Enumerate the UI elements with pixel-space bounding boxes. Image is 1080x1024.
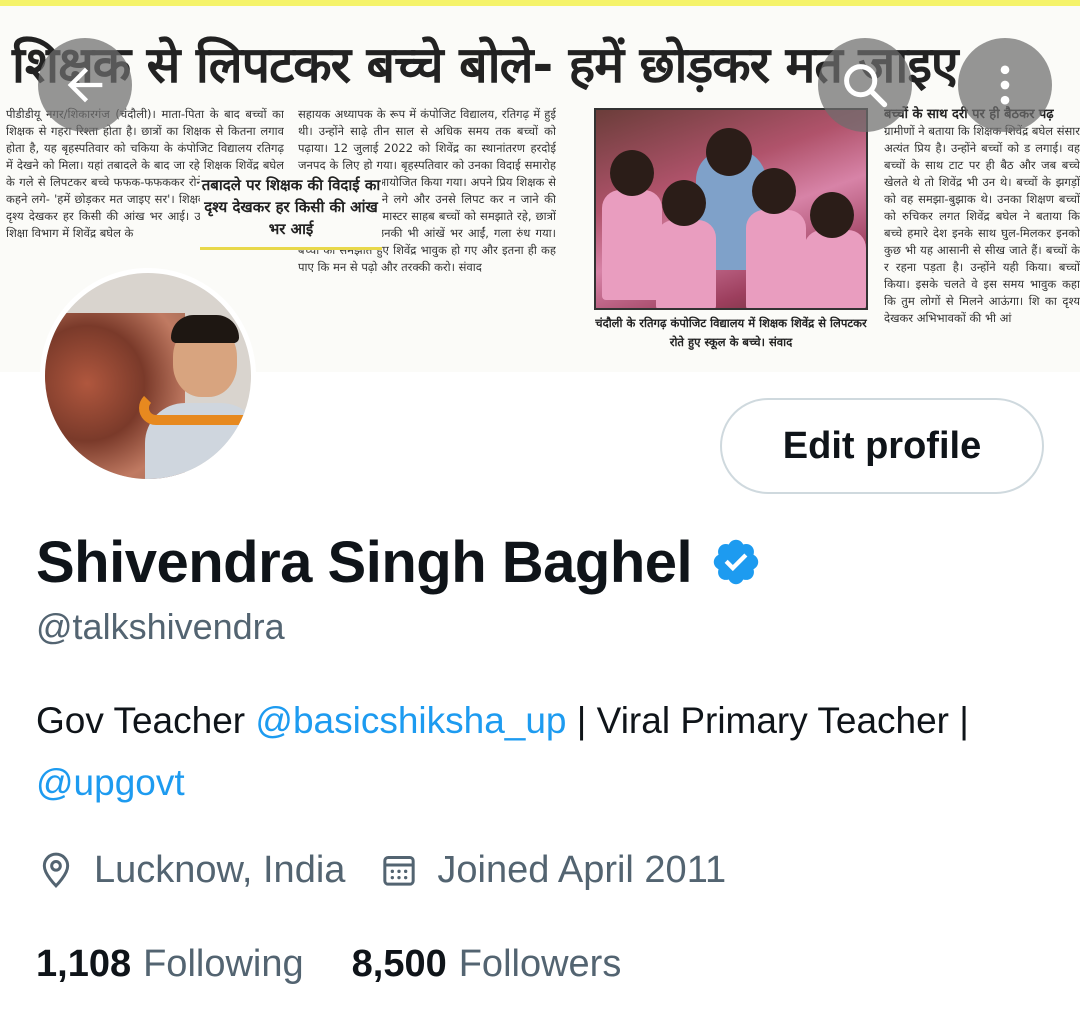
newspaper-pullquote: तबादले पर शिक्षक की विदाई का दृश्य देखकर… xyxy=(200,170,382,250)
following-link[interactable]: 1,108 Following xyxy=(36,943,304,986)
profile-name: Shivendra Singh Baghel xyxy=(36,529,693,595)
followers-count: 8,500 xyxy=(351,942,447,985)
photo-child-head xyxy=(810,192,854,238)
avatar[interactable] xyxy=(40,268,256,484)
bio-text: Gov Teacher xyxy=(36,700,256,741)
verified-badge-icon[interactable] xyxy=(710,536,762,588)
photo-child-head xyxy=(610,150,654,196)
photo-child xyxy=(602,190,662,300)
profile-location: Lucknow, India xyxy=(36,849,345,892)
location-pin-icon xyxy=(42,852,70,888)
column-3-text: ग्रामीणों ने बताया कि शिक्षक शिवेंद्र बघ… xyxy=(884,124,1080,325)
profile-bio: Gov Teacher @basicshiksha_up | Viral Pri… xyxy=(36,690,1046,814)
search-button[interactable] xyxy=(818,38,912,132)
photo-child xyxy=(746,210,806,308)
edit-profile-button[interactable]: Edit profile xyxy=(720,398,1044,494)
photo-child-head xyxy=(752,168,796,214)
bio-mention-basicshiksha[interactable]: @basicshiksha_up xyxy=(255,700,566,741)
photo-child-head xyxy=(662,180,706,226)
location-text: Lucknow, India xyxy=(94,848,346,891)
profile-stats: 1,108 Following 8,500 Followers xyxy=(36,934,669,994)
photo-child xyxy=(656,220,716,308)
newspaper-headline: शिक्षक से लिपटकर बच्चे बोले- हमें छोड़कर… xyxy=(12,36,959,94)
followers-link[interactable]: 8,500 Followers xyxy=(352,943,622,986)
photo-teacher-head xyxy=(706,128,752,176)
followers-label: Followers xyxy=(458,942,622,985)
bio-text: | Viral Primary Teacher | xyxy=(566,700,969,741)
joined-text: Joined April 2011 xyxy=(437,848,727,891)
back-button[interactable] xyxy=(38,38,132,132)
photo-caption: चंदौली के रतिगढ़ कंपोजिट विद्यालय में शि… xyxy=(595,316,867,349)
avatar-hair xyxy=(171,315,239,343)
more-vertical-icon xyxy=(1000,65,1010,105)
profile-meta: Lucknow, India Joined April 2011 xyxy=(36,840,760,900)
bio-mention-upgovt[interactable]: @upgovt xyxy=(36,762,185,803)
profile-name-row: Shivendra Singh Baghel xyxy=(36,522,762,602)
newspaper-column-3: बच्चों के साथ दरी पर ही बैठकर पढ़ ग्रामी… xyxy=(884,106,1080,356)
profile-joined: Joined April 2011 xyxy=(379,849,726,892)
photo-child xyxy=(804,230,866,308)
banner-highlight-strip xyxy=(0,0,1080,6)
search-icon xyxy=(844,64,888,108)
calendar-icon xyxy=(383,856,416,886)
arrow-left-icon xyxy=(67,67,103,103)
newspaper-photo xyxy=(594,108,868,310)
more-options-button[interactable] xyxy=(958,38,1052,132)
following-count: 1,108 xyxy=(36,942,132,985)
following-label: Following xyxy=(143,942,304,985)
profile-handle: @talkshivendra xyxy=(36,606,285,647)
